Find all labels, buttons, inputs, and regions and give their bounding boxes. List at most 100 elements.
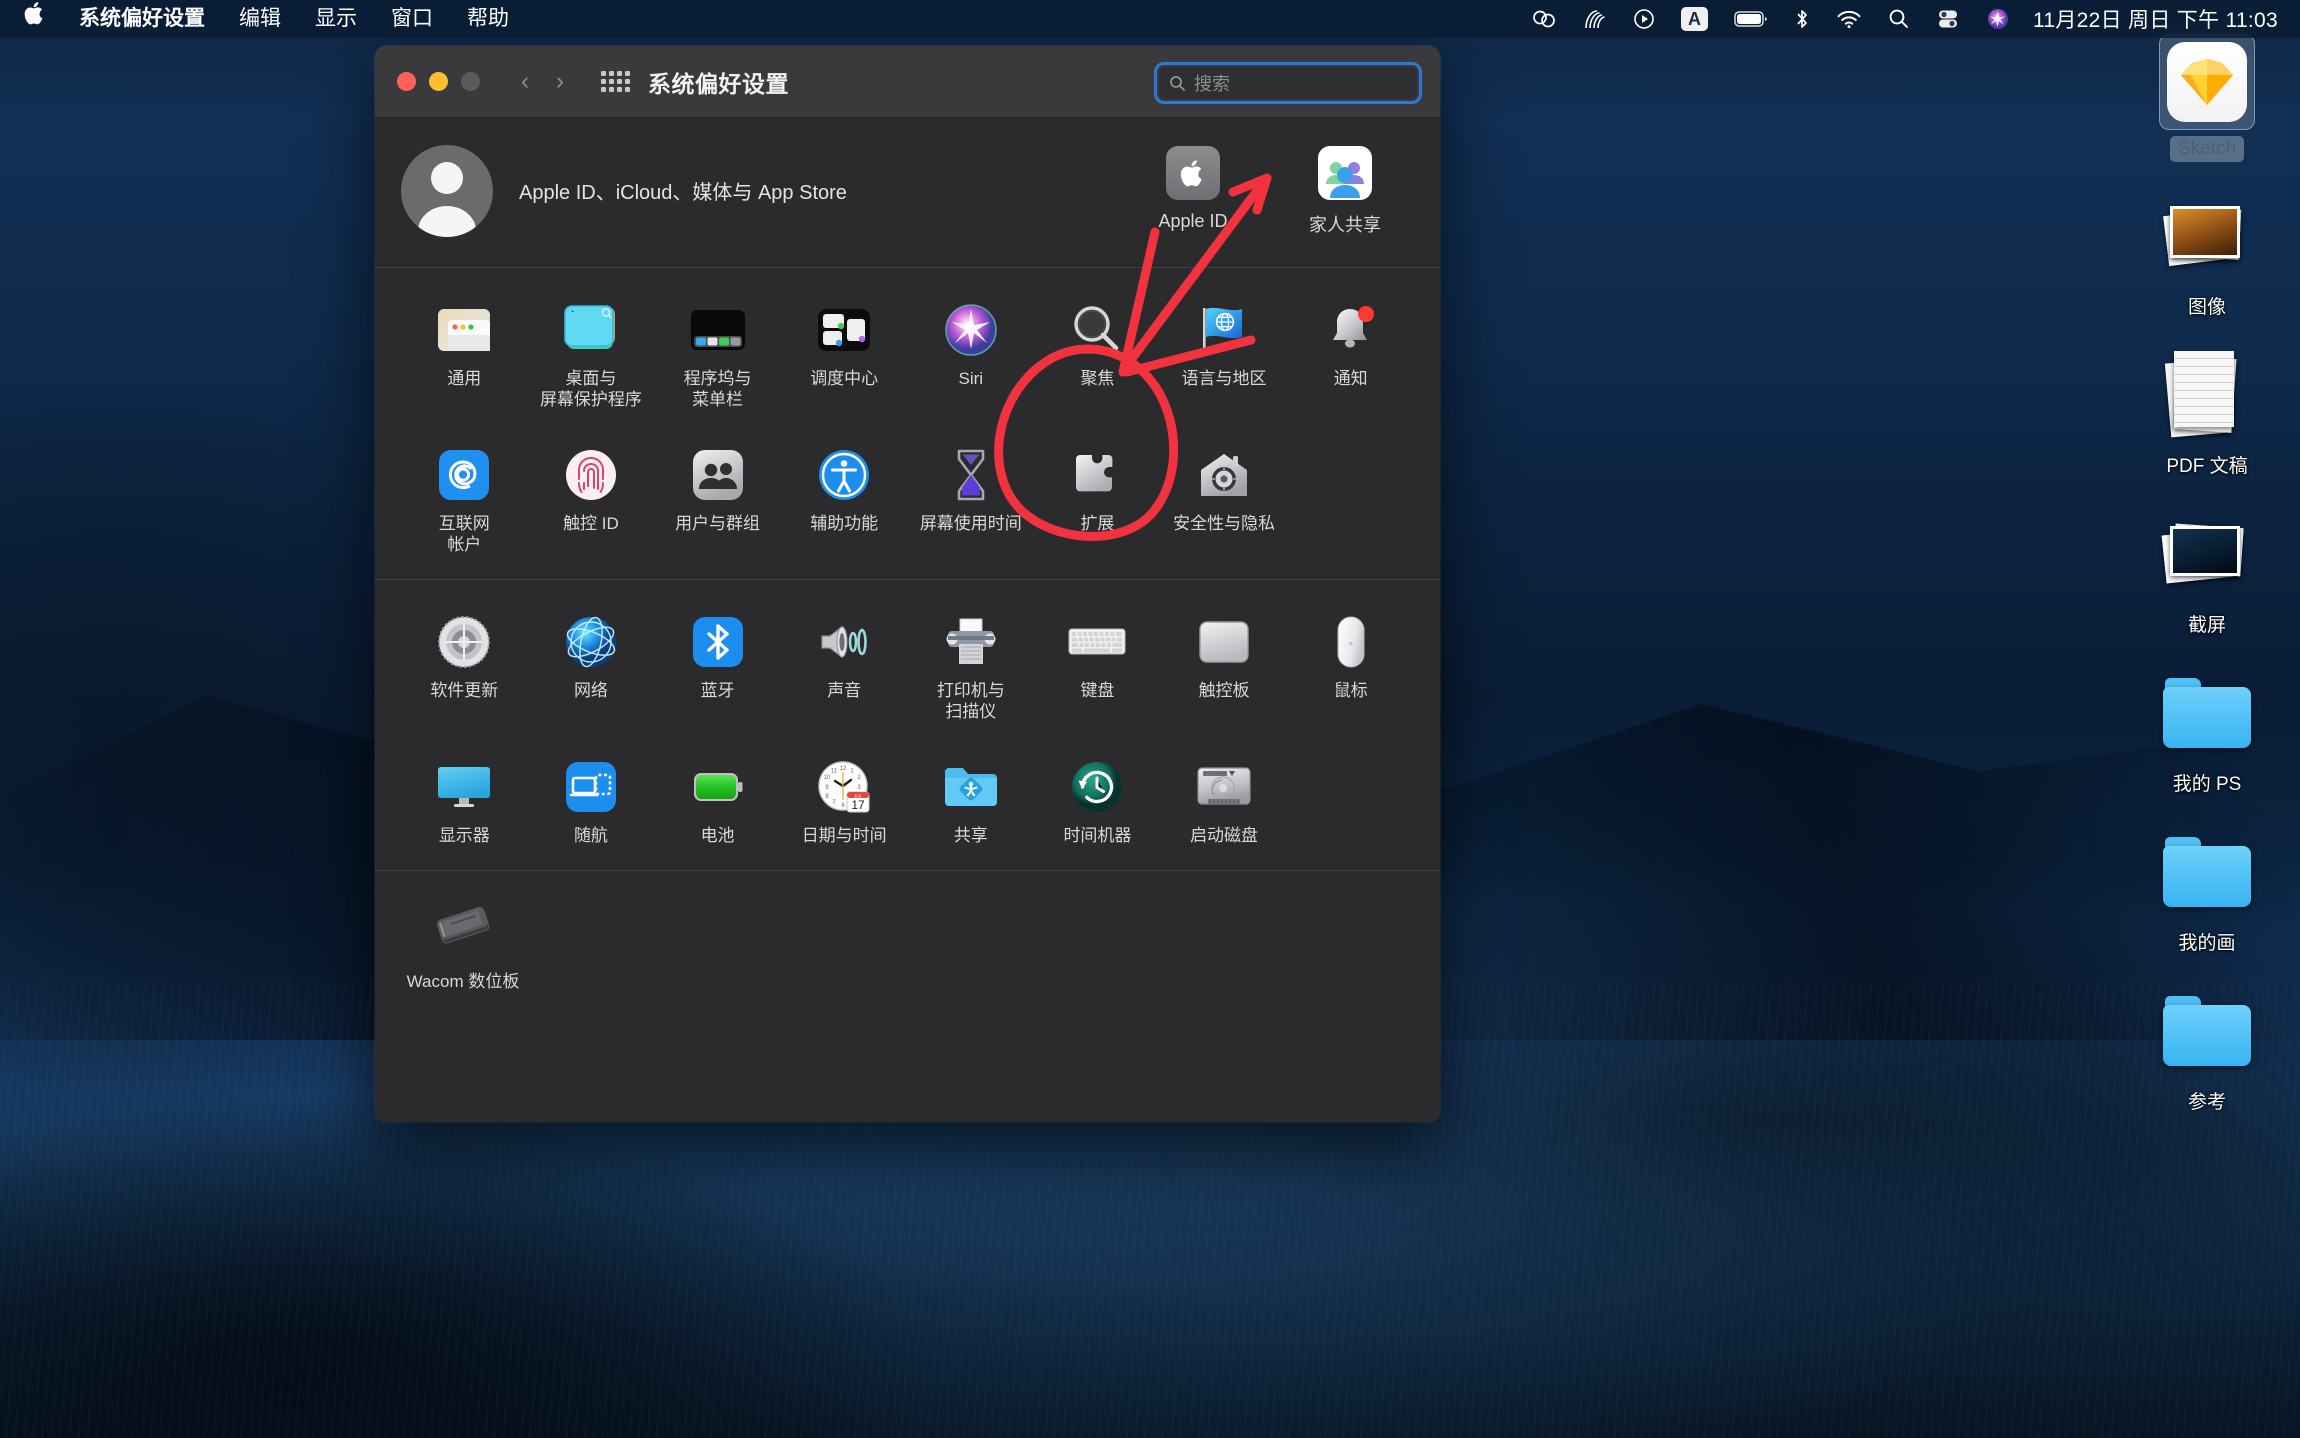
show-all-grid-icon[interactable] <box>601 71 630 92</box>
pref-label: 调度中心 <box>810 369 879 388</box>
creative-cloud-icon[interactable] <box>1518 0 1570 38</box>
back-button[interactable]: ‹ <box>510 67 540 97</box>
wifi-icon[interactable] <box>1823 0 1875 38</box>
battery-icon[interactable] <box>1721 0 1781 38</box>
avatar[interactable] <box>401 144 493 237</box>
pref-printers-scanners[interactable]: 打印机与 扫描仪 <box>908 602 1035 737</box>
pref-apple-id[interactable]: Apple ID <box>1138 144 1248 237</box>
pref-wacom-tablet[interactable]: Wacom 数位板 <box>401 895 525 992</box>
pref-sharing[interactable]: 共享 <box>908 747 1035 860</box>
pdf-documents-icon <box>2159 347 2255 443</box>
pref-time-machine[interactable]: 时间机器 <box>1034 747 1161 860</box>
menu-item-help[interactable]: 帮助 <box>450 0 526 38</box>
forward-button[interactable]: › <box>545 67 575 97</box>
minimize-button[interactable] <box>429 72 448 91</box>
menu-item-system-preferences[interactable]: 系统偏好设置 <box>62 0 222 38</box>
mouse-icon <box>1321 612 1381 672</box>
pref-label: 随航 <box>573 825 608 845</box>
pref-spotlight[interactable]: 聚焦 <box>1034 290 1161 425</box>
time-machine-icon <box>1067 757 1127 817</box>
pref-extensions[interactable]: 扩展 <box>1034 435 1161 570</box>
pref-desktop-screensaver[interactable]: 桌面与 屏幕保护程序 <box>528 290 655 425</box>
siri-icon[interactable] <box>1973 0 2023 38</box>
notifications-icon <box>1321 300 1381 360</box>
apple-id-description: Apple ID、iCloud、媒体与 App Store <box>519 182 847 204</box>
pref-language-region[interactable]: 语言与地区 <box>1161 290 1288 425</box>
general-icon <box>434 300 494 360</box>
apple-id-row[interactable]: Apple ID、iCloud、媒体与 App Store Apple ID 家… <box>375 118 1440 267</box>
pref-label: 屏幕使用时间 <box>919 513 1022 533</box>
folder-icon <box>2159 983 2255 1079</box>
pref-trackpad[interactable]: 触控板 <box>1161 602 1288 737</box>
desktop-icon-label: PDF 文稿 <box>2166 456 2248 477</box>
pref-accessibility[interactable]: 辅助功能 <box>781 435 908 570</box>
spotlight-search-icon[interactable] <box>1875 0 1923 38</box>
pref-touch-id[interactable]: 触控 ID <box>528 435 655 570</box>
software-update-icon <box>434 612 494 672</box>
pref-label: 触控板 <box>1198 681 1250 700</box>
pref-bluetooth[interactable]: 蓝牙 <box>654 602 781 737</box>
pref-mission-control[interactable]: 调度中心 <box>781 290 908 425</box>
pref-label: 软件更新 <box>430 681 499 700</box>
menu-item-edit[interactable]: 编辑 <box>222 0 298 38</box>
control-center-icon[interactable] <box>1923 0 1973 38</box>
pref-displays[interactable]: 显示器 <box>401 747 528 860</box>
pref-keyboard[interactable]: 键盘 <box>1034 602 1161 737</box>
bluetooth-icon[interactable] <box>1781 0 1823 38</box>
pref-label: 家人共享 <box>1309 215 1381 235</box>
menu-bar-clock[interactable]: 11月22日 周日 下午 11:03 <box>2023 4 2286 34</box>
traffic-light-buttons <box>397 72 480 91</box>
pref-notifications[interactable]: 通知 <box>1287 290 1414 425</box>
desktop-icon-images[interactable]: 图像 <box>2132 188 2282 321</box>
sharing-icon <box>941 757 1001 817</box>
pref-label: 聚焦 <box>1080 369 1115 388</box>
pref-battery[interactable]: 电池 <box>654 747 781 860</box>
printers-scanners-icon <box>941 612 1001 672</box>
play-circle-icon[interactable] <box>1620 0 1668 38</box>
menu-item-window[interactable]: 窗口 <box>374 0 450 38</box>
pref-dock-menubar[interactable]: 程序坞与 菜单栏 <box>654 290 781 425</box>
pref-label: 安全性与隐私 <box>1173 513 1276 533</box>
pref-network[interactable]: 网络 <box>528 602 655 737</box>
wacom-icon[interactable] <box>1570 0 1620 38</box>
pref-date-time[interactable]: 12369 1245 781011 JUL 17 <box>781 747 908 860</box>
pref-startup-disk[interactable]: 启动磁盘 <box>1161 747 1288 860</box>
wacom-tablet-icon <box>433 895 493 955</box>
close-button[interactable] <box>397 72 416 91</box>
photos-stack-icon <box>2159 188 2255 284</box>
pref-software-update[interactable]: 软件更新 <box>401 602 528 737</box>
pref-sidecar[interactable]: 随航 <box>528 747 655 860</box>
pref-label: 通知 <box>1333 369 1368 388</box>
desktop-icon-reference[interactable]: 参考 <box>2132 983 2282 1116</box>
pref-internet-accounts[interactable]: 互联网 帐户 <box>401 435 528 570</box>
desktop-icon-pdf-documents[interactable]: PDF 文稿 <box>2132 347 2282 480</box>
menu-item-view[interactable]: 显示 <box>298 0 374 38</box>
date-time-icon: 12369 1245 781011 JUL 17 <box>814 757 874 817</box>
desktop-screensaver-icon <box>561 300 621 360</box>
search-input[interactable]: 搜索 <box>1154 62 1422 104</box>
mission-control-icon <box>814 300 874 360</box>
pref-sound[interactable]: 声音 <box>781 602 908 737</box>
pref-label: 用户与群组 <box>675 513 761 533</box>
desktop-icon-my-drawings[interactable]: 我的画 <box>2132 824 2282 957</box>
desktop-icon-screenshots[interactable]: 截屏 <box>2132 506 2282 639</box>
system-preferences-window[interactable]: ‹ › 系统偏好设置 搜索 Apple ID、iCloud、媒体与 App St… <box>375 46 1440 1122</box>
pref-label: 日期与时间 <box>801 825 887 845</box>
text-input-a-icon[interactable]: A <box>1668 0 1721 38</box>
desktop-icon-my-ps[interactable]: 我的 PS <box>2132 665 2282 798</box>
pref-users-groups[interactable]: 用户与群组 <box>654 435 781 570</box>
apple-logo-icon[interactable] <box>18 0 62 38</box>
apple-id-section: Apple ID、iCloud、媒体与 App Store Apple ID 家… <box>375 118 1440 268</box>
pref-label: 辅助功能 <box>810 513 879 533</box>
desktop-icon-label: 我的 PS <box>2172 774 2242 795</box>
pref-security-privacy[interactable]: 安全性与隐私 <box>1161 435 1288 570</box>
pref-label: 电池 <box>700 825 735 845</box>
pref-family-sharing[interactable]: 家人共享 <box>1290 144 1400 237</box>
pref-screen-time[interactable]: 屏幕使用时间 <box>908 435 1035 570</box>
pref-siri[interactable]: Siri <box>908 290 1035 425</box>
pref-general[interactable]: 通用 <box>401 290 528 425</box>
pref-label: 触控 ID <box>563 513 619 533</box>
desktop-icon-sketch[interactable]: Sketch <box>2132 34 2282 162</box>
zoom-button[interactable] <box>461 72 480 91</box>
pref-mouse[interactable]: 鼠标 <box>1287 602 1414 737</box>
